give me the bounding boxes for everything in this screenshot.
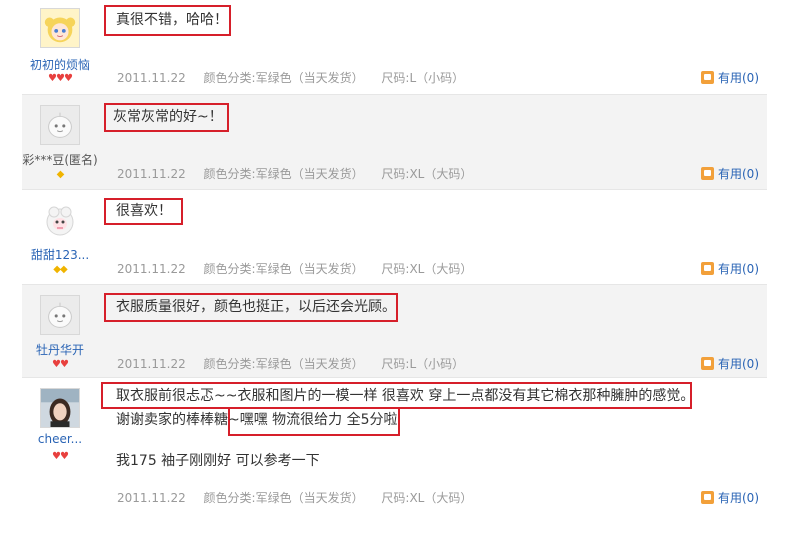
useful-label: 有用(0) <box>718 357 759 371</box>
useful-button[interactable]: 有用(0) <box>701 165 759 182</box>
heart-icon: ♥ <box>48 73 57 84</box>
username: 彩***豆(匿名) <box>22 153 98 167</box>
review-item: 牡丹华开 ♥♥ 衣服质量很好，颜色也挺正，以后还会光顾。 2011.11.22 … <box>22 285 767 378</box>
default-avatar-icon <box>41 106 79 144</box>
avatar[interactable] <box>40 200 80 240</box>
rank-badge: ♥♥♥ <box>22 74 98 84</box>
thumbs-up-icon <box>701 71 714 84</box>
diamond-icon: ◆ <box>53 264 61 275</box>
heart-icon: ♥ <box>52 451 61 462</box>
avatar[interactable] <box>40 105 80 145</box>
heart-icon: ♥ <box>63 73 73 84</box>
review-date: 2011.11.22 <box>117 262 186 276</box>
review-text: 很喜欢！ <box>116 203 172 219</box>
review-meta: 2011.11.22 颜色分类:军绿色（当天发货） 尺码:L（小码） <box>117 355 478 372</box>
review-text: 灰常灰常的好~！ <box>113 109 223 125</box>
heart-icon: ♥ <box>60 451 69 462</box>
thumbs-up-icon <box>701 167 714 180</box>
review-color: 颜色分类:军绿色（当天发货） <box>203 71 364 85</box>
username[interactable]: 初初的烦恼 <box>14 56 106 73</box>
username[interactable]: 甜甜123... <box>14 246 106 263</box>
useful-label: 有用(0) <box>718 71 759 85</box>
review-date: 2011.11.22 <box>117 167 186 181</box>
thumbs-up-icon <box>701 357 714 370</box>
review-color: 颜色分类:军绿色（当天发货） <box>203 167 364 181</box>
review-date: 2011.11.22 <box>117 71 186 85</box>
useful-label: 有用(0) <box>718 167 759 181</box>
username[interactable]: cheer... <box>14 432 106 446</box>
review-meta: 2011.11.22 颜色分类:军绿色（当天发货） 尺码:L（小码） <box>117 69 478 86</box>
useful-button[interactable]: 有用(0) <box>701 69 759 86</box>
heart-icon: ♥ <box>52 359 61 370</box>
photo-avatar-icon <box>41 389 79 427</box>
thumbs-up-icon <box>701 491 714 504</box>
diamond-icon: ◆ <box>60 264 68 275</box>
avatar[interactable] <box>40 295 80 335</box>
useful-button[interactable]: 有用(0) <box>701 260 759 277</box>
useful-button[interactable]: 有用(0) <box>701 489 759 506</box>
useful-label: 有用(0) <box>718 491 759 505</box>
review-meta: 2011.11.22 颜色分类:军绿色（当天发货） 尺码:XL（大码） <box>117 489 486 506</box>
review-text-line: 取衣服前很忐忑~~衣服和图片的一模一样 很喜欢 穿上一点都没有其它棉衣那种臃肿的… <box>116 388 695 404</box>
sheep-avatar-icon <box>40 200 80 240</box>
review-size: 尺码:XL（大码） <box>381 167 473 181</box>
review-size: 尺码:L（小码） <box>381 71 465 85</box>
review-item: 甜甜123... ◆◆ 很喜欢！ 2011.11.22 颜色分类:军绿色（当天发… <box>22 190 767 285</box>
review-item: cheer... ♥♥ 取衣服前很忐忑~~衣服和图片的一模一样 很喜欢 穿上一点… <box>22 378 767 513</box>
review-size: 尺码:XL（大码） <box>381 262 473 276</box>
heart-icon: ♥ <box>60 359 69 370</box>
review-text-line: 我175 袖子刚刚好 可以参考一下 <box>116 453 320 469</box>
useful-label: 有用(0) <box>718 262 759 276</box>
useful-button[interactable]: 有用(0) <box>701 355 759 372</box>
rank-badge: ♥♥ <box>22 360 98 370</box>
review-color: 颜色分类:军绿色（当天发货） <box>203 262 364 276</box>
review-meta: 2011.11.22 颜色分类:军绿色（当天发货） 尺码:XL（大码） <box>117 165 486 182</box>
review-text: 衣服质量很好，颜色也挺正，以后还会光顾。 <box>116 299 396 315</box>
avatar[interactable] <box>40 388 80 428</box>
review-text-line: 谢谢卖家的棒棒糖~嘿嘿 物流很给力 全5分啦 <box>116 412 398 428</box>
review-size: 尺码:XL（大码） <box>381 491 473 505</box>
review-text: 真很不错，哈哈！ <box>116 12 228 28</box>
review-item: 彩***豆(匿名) ◆ 灰常灰常的好~！ 2011.11.22 颜色分类:军绿色… <box>22 95 767 190</box>
rank-badge: ♥♥ <box>22 452 98 462</box>
thumbs-up-icon <box>701 262 714 275</box>
review-meta: 2011.11.22 颜色分类:军绿色（当天发货） 尺码:XL（大码） <box>117 260 486 277</box>
rank-badge: ◆ <box>22 170 98 180</box>
heart-icon: ♥ <box>56 73 65 84</box>
rank-badge: ◆◆ <box>22 265 98 275</box>
review-color: 颜色分类:军绿色（当天发货） <box>203 491 364 505</box>
anime-girl-avatar-icon <box>41 9 79 47</box>
username[interactable]: 牡丹华开 <box>14 341 106 358</box>
avatar[interactable] <box>40 8 80 48</box>
review-date: 2011.11.22 <box>117 357 186 371</box>
review-item: 初初的烦恼 ♥♥♥ 真很不错，哈哈！ 2011.11.22 颜色分类:军绿色（当… <box>22 0 767 95</box>
diamond-icon: ◆ <box>56 169 65 180</box>
review-date: 2011.11.22 <box>117 491 186 505</box>
review-size: 尺码:L（小码） <box>381 357 465 371</box>
review-color: 颜色分类:军绿色（当天发货） <box>203 357 364 371</box>
default-avatar-icon <box>41 296 79 334</box>
